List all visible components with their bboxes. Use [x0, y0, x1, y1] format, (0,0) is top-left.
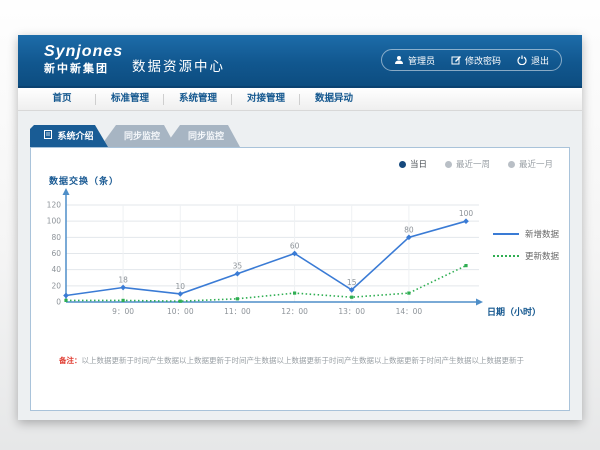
range-filters: 当日 最近一周 最近一月 [399, 158, 553, 170]
svg-text:13：00: 13：00 [338, 307, 365, 316]
content-area: 系统介绍 同步监控 同步监控 当日 最近一周 [18, 111, 582, 420]
radio-dot-icon [445, 161, 452, 168]
svg-text:日期（小时）: 日期（小时） [487, 306, 541, 317]
svg-text:100: 100 [459, 209, 474, 218]
svg-text:40: 40 [51, 265, 61, 274]
nav-item-home[interactable]: 首页 [28, 88, 96, 110]
document-icon [44, 125, 52, 147]
user-menu-label: 管理员 [408, 54, 435, 67]
svg-text:12：00: 12：00 [281, 307, 308, 316]
tab-bar: 系统介绍 同步监控 同步监控 [30, 125, 570, 147]
change-password-label: 修改密码 [465, 54, 501, 67]
user-icon [394, 55, 404, 65]
filter-today[interactable]: 当日 [399, 158, 427, 170]
legend-item-updated-data: 更新数据 [493, 250, 559, 262]
legend-label: 新增数据 [525, 228, 559, 240]
chart-panel: 当日 最近一周 最近一月 数据交换（条） 0 20 40 60 80 100 120 9：00… [30, 147, 570, 411]
svg-text:60: 60 [290, 242, 300, 251]
filter-last-month[interactable]: 最近一月 [508, 158, 553, 170]
power-icon [517, 55, 527, 65]
app-header: Synjones 新中新集团 数据资源中心 管理员 修改密码 退出 [18, 35, 582, 88]
svg-text:9：00: 9：00 [112, 307, 134, 316]
svg-text:10：00: 10：00 [167, 307, 194, 316]
svg-text:11：00: 11：00 [224, 307, 251, 316]
svg-text:100: 100 [47, 217, 62, 226]
note-prefix: 备注： [59, 356, 82, 365]
logo-subtext: 新中新集团 [44, 63, 123, 75]
svg-text:0: 0 [56, 298, 61, 307]
filter-label: 当日 [410, 158, 427, 170]
exchange-line-chart: 0 20 40 60 80 100 120 9：00 10：00 11：00 12：00 13：00 1… [31, 186, 569, 344]
radio-dot-icon [508, 161, 515, 168]
user-menu-button[interactable]: 管理员 [394, 54, 435, 67]
green-dotted-swatch [493, 255, 519, 257]
page-title: 数据资源中心 [132, 55, 225, 75]
logout-label: 退出 [531, 54, 549, 67]
header-actions: 管理员 修改密码 退出 [381, 49, 562, 71]
legend-label: 更新数据 [525, 250, 559, 262]
legend-item-new-data: 新增数据 [493, 228, 559, 240]
edit-icon [451, 55, 461, 65]
nav-item-system-mgmt[interactable]: 系统管理 [164, 88, 232, 110]
svg-text:15: 15 [347, 278, 357, 287]
change-password-button[interactable]: 修改密码 [451, 54, 501, 67]
footer-note: 备注：以上数据更新于时间产生数据以上数据更新于时间产生数据以上数据更新于时间产生… [59, 355, 557, 366]
logout-button[interactable]: 退出 [517, 54, 549, 67]
svg-text:35: 35 [233, 262, 243, 271]
svg-text:120: 120 [47, 201, 62, 210]
svg-text:10: 10 [176, 282, 186, 291]
svg-text:80: 80 [51, 233, 61, 242]
tab-label: 同步监控 [188, 125, 224, 147]
tab-label: 同步监控 [124, 125, 160, 147]
app-window: Synjones 新中新集团 数据资源中心 管理员 修改密码 退出 [18, 35, 582, 420]
tab-system-intro[interactable]: 系统介绍 [30, 125, 108, 147]
nav-item-data-change[interactable]: 数据异动 [300, 88, 368, 110]
svg-text:20: 20 [51, 281, 61, 290]
tab-sync-monitor-1[interactable]: 同步监控 [100, 125, 176, 147]
filter-label: 最近一周 [456, 158, 490, 170]
svg-text:80: 80 [404, 225, 414, 234]
note-text: 以上数据更新于时间产生数据以上数据更新于时间产生数据以上数据更新于时间产生数据以… [82, 356, 525, 365]
filter-label: 最近一月 [519, 158, 553, 170]
nav-item-interface-mgmt[interactable]: 对接管理 [232, 88, 300, 110]
brand-logo: Synjones 新中新集团 [44, 43, 123, 75]
nav-item-standard-mgmt[interactable]: 标准管理 [96, 88, 164, 110]
tab-sync-monitor-2[interactable]: 同步监控 [164, 125, 240, 147]
blue-line-swatch [493, 233, 519, 235]
svg-text:60: 60 [51, 249, 61, 258]
svg-text:14：00: 14：00 [396, 307, 423, 316]
tab-label: 系统介绍 [57, 125, 93, 147]
radio-dot-icon [399, 161, 406, 168]
filter-last-week[interactable]: 最近一周 [445, 158, 490, 170]
main-nav: 首页 标准管理 系统管理 对接管理 数据异动 [18, 88, 582, 111]
logo-text: Synjones [44, 43, 123, 61]
chart-legend: 新增数据 更新数据 [493, 228, 559, 262]
svg-text:18: 18 [118, 276, 128, 285]
y-axis-title: 数据交换（条） [49, 174, 119, 187]
